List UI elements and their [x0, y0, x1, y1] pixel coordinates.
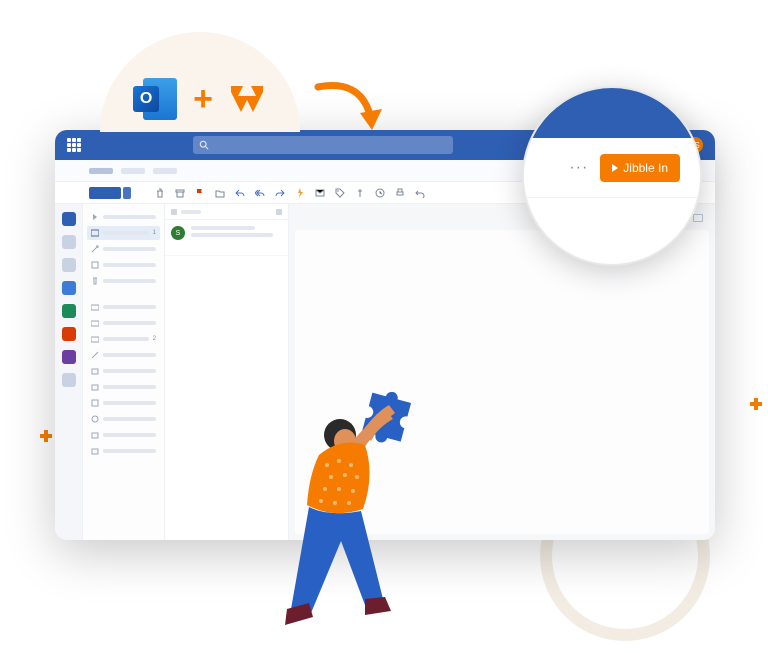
plus-icon: + [193, 82, 213, 116]
archive-icon[interactable] [175, 188, 185, 198]
magnifier-callout: ··· Jibble In [522, 86, 702, 266]
folder-item[interactable] [87, 348, 160, 362]
folder-pane: 1 2 [83, 204, 165, 540]
folder-item[interactable] [87, 242, 160, 256]
ribbon-tab[interactable] [121, 168, 145, 174]
move-icon[interactable] [215, 188, 225, 198]
sender-avatar: S [171, 226, 185, 240]
flag-icon[interactable] [195, 188, 205, 198]
folder-item[interactable] [87, 396, 160, 410]
folder-item[interactable] [87, 380, 160, 394]
rail-word-icon[interactable] [62, 281, 76, 295]
outlook-letter: O [133, 86, 159, 112]
folder-item[interactable] [87, 258, 160, 272]
forward-icon[interactable] [275, 188, 285, 198]
rail-people-icon[interactable] [62, 258, 76, 272]
jibble-in-label: Jibble In [623, 161, 668, 175]
rail-calendar-icon[interactable] [62, 235, 76, 249]
pin-icon[interactable] [355, 188, 365, 198]
reply-all-icon[interactable] [255, 188, 265, 198]
folder-item-inbox[interactable]: 1 [87, 226, 160, 240]
decorative-sparkle [750, 398, 762, 410]
read-icon[interactable] [315, 188, 325, 198]
folder-item[interactable]: 2 [87, 332, 160, 346]
snooze-icon[interactable] [375, 188, 385, 198]
ribbon-tab[interactable] [153, 168, 177, 174]
app-launcher-icon[interactable] [67, 138, 81, 152]
ribbon-tab[interactable] [89, 168, 113, 174]
search-icon [199, 140, 209, 150]
tag-icon[interactable] [335, 188, 345, 198]
rail-excel-icon[interactable] [62, 304, 76, 318]
folder-item[interactable] [87, 210, 160, 224]
folder-item[interactable] [87, 316, 160, 330]
filter-icon[interactable] [276, 209, 282, 215]
decorative-sparkle [40, 430, 52, 442]
reply-icon[interactable] [235, 188, 245, 198]
folder-item[interactable] [87, 412, 160, 426]
folder-item[interactable] [87, 300, 160, 314]
print-icon[interactable] [395, 188, 405, 198]
person-illustration [265, 373, 445, 633]
jibble-logo-icon [227, 82, 267, 122]
folder-item[interactable] [87, 364, 160, 378]
folder-item[interactable] [87, 274, 160, 288]
close-icon[interactable] [171, 209, 177, 215]
play-icon [612, 164, 618, 172]
delete-icon[interactable] [155, 188, 165, 198]
message-list-header [165, 204, 288, 220]
folder-item[interactable] [87, 428, 160, 442]
more-icon[interactable]: ··· [569, 159, 588, 177]
curved-arrow-icon [310, 75, 390, 145]
rail-powerpoint-icon[interactable] [62, 327, 76, 341]
message-item[interactable]: S [165, 220, 288, 256]
integration-badge: O + [100, 32, 300, 132]
rail-onenote-icon[interactable] [62, 350, 76, 364]
app-rail [55, 204, 83, 540]
new-mail-button[interactable] [89, 187, 121, 199]
more-icon[interactable] [693, 214, 703, 222]
folder-item[interactable] [87, 444, 160, 458]
rail-mail-icon[interactable] [62, 212, 76, 226]
outlook-logo-icon: O [133, 76, 179, 122]
undo-icon[interactable] [415, 188, 425, 198]
rail-more-icon[interactable] [62, 373, 76, 387]
jibble-in-button[interactable]: Jibble In [600, 154, 680, 182]
quick-step-icon[interactable] [295, 188, 305, 198]
